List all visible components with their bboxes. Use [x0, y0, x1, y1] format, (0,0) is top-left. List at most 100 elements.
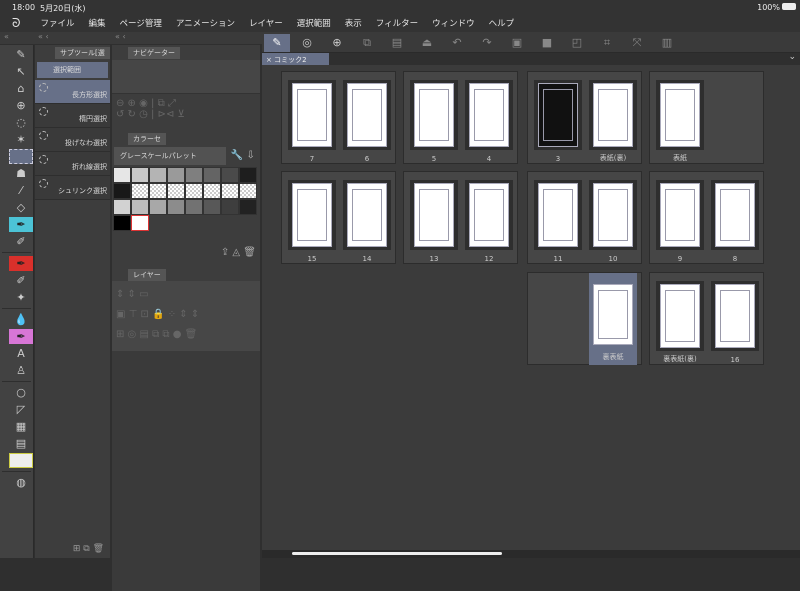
tab-layer[interactable]: レイヤー	[128, 269, 166, 281]
blend-icon[interactable]: ☗	[9, 166, 33, 181]
page-thumbnail[interactable]: 7	[288, 80, 336, 163]
edit-page-icon[interactable]: ✎	[264, 33, 290, 52]
page-spread[interactable]: 3 表紙(裏)	[527, 71, 642, 164]
export-page-icon[interactable]: ▤	[384, 34, 410, 52]
menu-item[interactable]: ページ管理	[119, 17, 161, 29]
collapse-icon[interactable]: « ‹	[38, 32, 49, 41]
color-swatch[interactable]	[167, 199, 185, 215]
text-icon[interactable]: A	[9, 346, 33, 361]
selection-tool-icon[interactable]	[9, 149, 33, 164]
page-spread[interactable]: 98	[649, 171, 764, 264]
tab-subtool[interactable]: サブツール[選	[55, 47, 110, 59]
color-swatch[interactable]	[239, 167, 257, 183]
subtool-item[interactable]: 折れ線選択	[35, 152, 110, 176]
color-swatch[interactable]	[185, 183, 203, 199]
page-thumbnail[interactable]: 11	[534, 180, 582, 263]
subtool-item[interactable]: 投げなわ選択	[35, 128, 110, 152]
color-swatch[interactable]	[113, 183, 131, 199]
color-swatch[interactable]	[203, 199, 221, 215]
correction-icon[interactable]: ◍	[9, 475, 33, 490]
color-swatch[interactable]	[167, 167, 185, 183]
stamp-icon[interactable]: ♙	[9, 363, 33, 378]
collapse-icon[interactable]: «	[4, 32, 9, 41]
upload-icon[interactable]: ⏏	[414, 34, 440, 52]
color-swatch[interactable]	[185, 167, 203, 183]
menu-item[interactable]: 選択範囲	[297, 17, 331, 29]
page-thumbnail[interactable]: 10	[589, 180, 637, 263]
move-tool-icon[interactable]: ↖	[9, 64, 33, 79]
pencil-icon[interactable]: ✐	[9, 234, 33, 249]
palette-select[interactable]: グレースケールパレット	[114, 147, 226, 165]
page-spread[interactable]: 15 14	[281, 171, 396, 264]
menu-item[interactable]: 表示	[345, 17, 362, 29]
color-swatch[interactable]	[113, 215, 131, 231]
pen-icon[interactable]: ✎	[9, 47, 33, 62]
balloon-icon[interactable]	[9, 453, 33, 468]
color-swatch[interactable]	[149, 199, 167, 215]
subtool-group[interactable]: 選択範囲	[37, 62, 108, 78]
menu-item[interactable]: ウィンドウ	[432, 17, 475, 29]
color-swatch[interactable]	[167, 183, 185, 199]
page-thumbnail[interactable]: 12	[465, 180, 513, 263]
eraser-icon[interactable]: ◇	[9, 200, 33, 215]
color-swatch[interactable]	[131, 183, 149, 199]
fullscreen-icon[interactable]: ⤧	[624, 34, 650, 52]
ruler-icon[interactable]: ◸	[9, 402, 33, 417]
fill-icon[interactable]: 💧	[9, 312, 33, 327]
menu-item[interactable]: ファイル	[40, 17, 74, 29]
crop-icon[interactable]: ◰	[564, 34, 590, 52]
page-thumbnail[interactable]: 8	[711, 180, 759, 263]
color-swatch[interactable]	[239, 183, 257, 199]
wrench-icon[interactable]: 🔧 ⇩	[231, 150, 255, 161]
menu-item[interactable]: 編集	[88, 17, 105, 29]
page-spread[interactable]: 裏表紙(裏) 16	[649, 272, 764, 365]
page-icon[interactable]: ■	[534, 34, 560, 52]
color-swatch[interactable]	[113, 167, 131, 183]
subtool-item[interactable]: 長方形選択	[35, 80, 110, 104]
eyedropper-icon[interactable]: ⁄	[9, 183, 33, 198]
page-spread[interactable]: 11 10	[527, 171, 642, 264]
page-thumbnail[interactable]: 表紙	[656, 80, 704, 162]
gradient-icon[interactable]: ▦	[9, 419, 33, 434]
subtool-item[interactable]: シュリンク選択	[35, 176, 110, 200]
subtool-item[interactable]: 楕円選択	[35, 104, 110, 128]
color-swatch[interactable]	[239, 199, 257, 215]
page-thumbnail[interactable]: 15	[288, 180, 336, 263]
layer-controls[interactable]: ⇕ ⇕ ▭ ▣ ⊤ ⊡ 🔒 ⁘ ⇕ ⇕ ⊞ ◎ ▤ ⧉ ⧉ ● 🗑	[112, 281, 260, 351]
page-thumbnail[interactable]: 表紙(裏)	[589, 80, 637, 162]
collapse-icon[interactable]: « ‹	[115, 32, 126, 41]
tab-color-set[interactable]: カラーセ	[128, 133, 166, 145]
page-spread[interactable]: 裏表紙	[527, 272, 642, 365]
menu-item[interactable]: フィルター	[376, 17, 418, 29]
add-page-icon[interactable]: ⊕	[324, 34, 350, 52]
page-thumbnail[interactable]: 9	[656, 180, 704, 263]
page-thumbnail[interactable]: 14	[343, 180, 391, 263]
color-swatch[interactable]	[113, 199, 131, 215]
color-swatch[interactable]	[149, 183, 167, 199]
page-thumbnail[interactable]: 3	[534, 80, 582, 163]
page-spread[interactable]: 13 12	[403, 171, 518, 264]
page-thumbnail[interactable]: 13	[410, 180, 458, 263]
color-swatch[interactable]	[221, 183, 239, 199]
figure-icon[interactable]: ○	[9, 385, 33, 400]
subtool-footer-icons[interactable]: ⊞ ⧉ 🗑	[73, 544, 104, 554]
airbrush-icon[interactable]: ✐	[9, 273, 33, 288]
operation-tool-icon[interactable]: ⌂	[9, 81, 33, 96]
color-swatch[interactable]	[149, 167, 167, 183]
page-settings-icon[interactable]: ▣	[504, 34, 530, 52]
brush-icon[interactable]: ✒	[9, 256, 33, 271]
color-swatch[interactable]	[221, 199, 239, 215]
fit-icon[interactable]: ⌗	[594, 34, 620, 52]
pen-tool-icon[interactable]: ✒	[9, 217, 33, 232]
page-spread[interactable]: 54	[403, 71, 518, 164]
horizontal-scrollbar[interactable]	[262, 550, 800, 558]
tab-navigator[interactable]: ナビゲーター	[128, 47, 180, 59]
close-tab-icon[interactable]: ×	[266, 56, 274, 64]
layout-icon[interactable]: ▥	[654, 34, 680, 52]
menu-item[interactable]: レイヤー	[249, 17, 283, 29]
color-footer-icons[interactable]: ⇪ ◬ 🗑	[112, 247, 260, 261]
color-swatch[interactable]	[203, 167, 221, 183]
page-thumbnail[interactable]: 6	[343, 80, 391, 163]
decoration-icon[interactable]: ✦	[9, 290, 33, 305]
undo-icon[interactable]: ↶	[444, 34, 470, 52]
